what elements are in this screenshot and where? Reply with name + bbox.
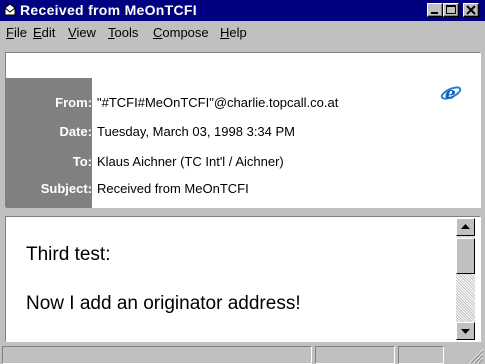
- menu-file-label: ile: [13, 25, 27, 40]
- scroll-up-button[interactable]: [456, 218, 475, 236]
- status-cell-main: [2, 346, 312, 364]
- close-icon: [466, 5, 476, 15]
- menu-bar: File Edit View Tools Compose Help: [0, 21, 485, 43]
- status-cell-3: [398, 346, 444, 364]
- menu-help[interactable]: Help: [220, 25, 247, 40]
- minimize-button[interactable]: [427, 3, 443, 17]
- menu-tools[interactable]: Tools: [108, 25, 138, 40]
- to-label: To:: [72, 154, 92, 169]
- menu-help-label: elp: [229, 25, 247, 40]
- menu-help-accel: H: [220, 25, 230, 40]
- vertical-scrollbar[interactable]: [456, 218, 475, 340]
- from-label: From:: [55, 95, 92, 110]
- svg-text:e: e: [445, 84, 456, 103]
- message-body[interactable]: Third test: Now I add an originator addr…: [5, 216, 481, 342]
- close-button[interactable]: [463, 3, 479, 17]
- arrow-up-icon: [461, 224, 470, 229]
- maximize-icon: [446, 5, 456, 14]
- menu-view[interactable]: View: [68, 25, 96, 40]
- maximize-button[interactable]: [443, 3, 459, 17]
- from-value[interactable]: "#TCFI#MeOnTCFI"@charlie.topcall.co.at: [97, 95, 338, 110]
- menu-edit-label: dit: [41, 25, 56, 40]
- menu-edit[interactable]: Edit: [33, 25, 55, 40]
- date-label: Date:: [59, 124, 92, 139]
- menu-tools-label: ools: [114, 25, 139, 40]
- minimize-icon: [431, 12, 438, 14]
- scroll-thumb[interactable]: [456, 238, 475, 274]
- scroll-down-button[interactable]: [456, 322, 475, 340]
- arrow-down-icon: [461, 329, 470, 334]
- menu-view-label: iew: [76, 25, 96, 40]
- menu-compose[interactable]: Compose: [153, 25, 209, 40]
- menu-compose-accel: C: [153, 25, 163, 40]
- title-bar[interactable]: Received from MeOnTCFI: [0, 0, 485, 21]
- to-value[interactable]: Klaus Aichner (TC Int'l / Aichner): [97, 154, 284, 169]
- window-title: Received from MeOnTCFI: [20, 2, 197, 18]
- status-bar: [0, 344, 485, 364]
- menu-file-accel: F: [6, 25, 14, 40]
- body-line-1: Third test:: [26, 244, 111, 265]
- subject-label: Subject:: [40, 181, 92, 196]
- status-cell-2: [315, 346, 395, 364]
- internet-explorer-icon: e: [440, 84, 462, 103]
- date-value: Tuesday, March 03, 1998 3:34 PM: [97, 124, 295, 139]
- resize-grip-icon[interactable]: [466, 346, 484, 364]
- menu-compose-label: ompose: [162, 25, 209, 40]
- menu-file[interactable]: File: [6, 25, 27, 40]
- subject-value: Received from MeOnTCFI: [97, 181, 249, 196]
- header-label-column: From: Date: To: Subject:: [6, 78, 92, 208]
- envelope-icon: [4, 3, 16, 16]
- body-line-2: Now I add an originator address!: [26, 293, 301, 314]
- menu-edit-accel: E: [33, 25, 42, 40]
